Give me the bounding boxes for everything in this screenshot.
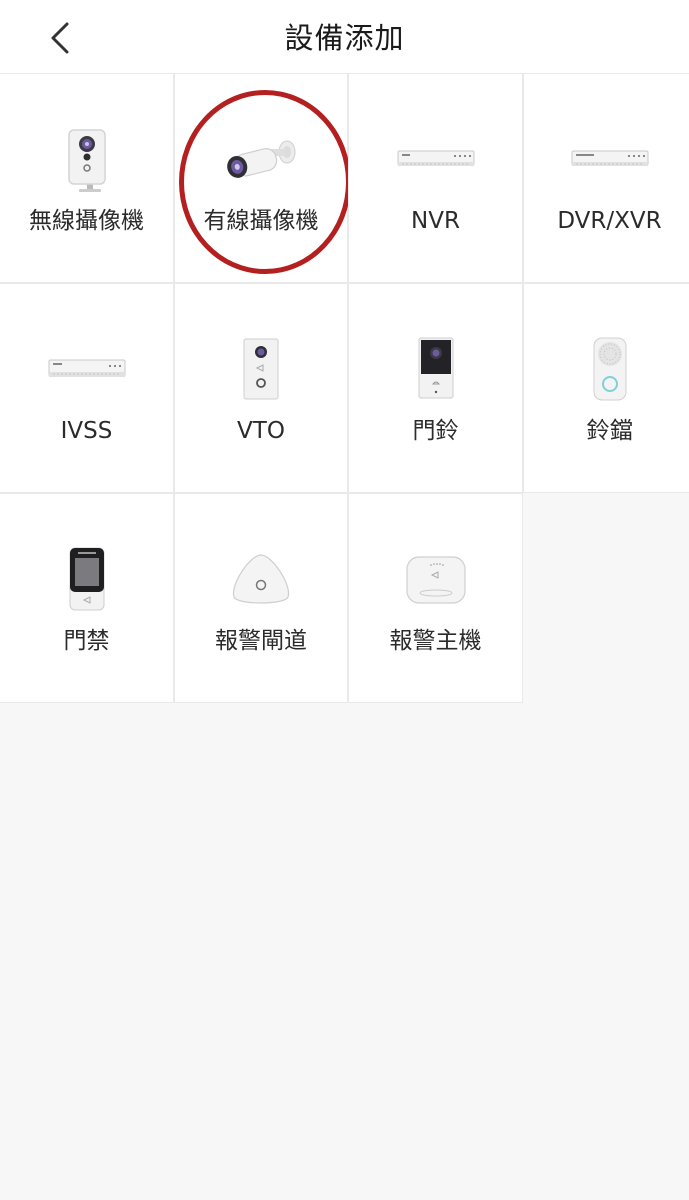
device-label: VTO: [237, 418, 285, 444]
device-tile-alarm-hub[interactable]: 報警主機: [348, 493, 523, 703]
alarm-gateway-icon: [232, 554, 290, 604]
device-label: 有線攝像機: [203, 208, 319, 234]
device-tile-nvr[interactable]: NVR: [348, 73, 523, 283]
nvr-icon: [397, 150, 474, 166]
device-tile-dvr[interactable]: DVR/XVR: [523, 73, 689, 283]
device-label: DVR/XVR: [557, 208, 662, 234]
device-label: 鈴鐺: [586, 418, 633, 444]
device-tile-access-control[interactable]: 門禁: [0, 493, 174, 703]
device-tile-wireless-camera[interactable]: 無線攝像機: [0, 73, 174, 283]
device-tile-chime[interactable]: 鈴鐺: [523, 283, 689, 493]
device-label: 無線攝像機: [29, 208, 144, 234]
device-tile-vto[interactable]: VTO: [174, 283, 348, 493]
device-tile-wired-camera[interactable]: 有線攝像機: [174, 73, 351, 283]
device-label: 門禁: [63, 628, 110, 654]
header-bar: 設備添加: [0, 0, 689, 74]
device-label: 門鈴: [412, 418, 459, 444]
chime-icon: [593, 337, 626, 401]
vto-icon: [243, 338, 279, 400]
device-tile-doorbell[interactable]: 門鈴: [348, 283, 523, 493]
device-label: 報警主機: [389, 628, 482, 654]
device-grid: 無線攝像機 有線攝像機 NVR DVR/XVR IVSS VTO 門鈴 鈴鐺 門…: [0, 73, 689, 703]
device-label: IVSS: [60, 418, 113, 444]
device-label: 報警閘道: [215, 628, 307, 654]
ivss-icon: [48, 359, 125, 377]
page-title: 設備添加: [284, 21, 405, 55]
access-control-icon: [69, 547, 104, 611]
device-label: NVR: [411, 208, 460, 234]
bullet-camera-icon: [227, 140, 296, 178]
device-tile-ivss[interactable]: IVSS: [0, 283, 174, 493]
wireless-camera-icon: [67, 129, 106, 192]
alarm-hub-icon: [405, 556, 466, 604]
doorbell-icon: [418, 337, 453, 399]
dvr-icon: [571, 150, 648, 166]
device-tile-alarm-gateway[interactable]: 報警閘道: [174, 493, 348, 703]
